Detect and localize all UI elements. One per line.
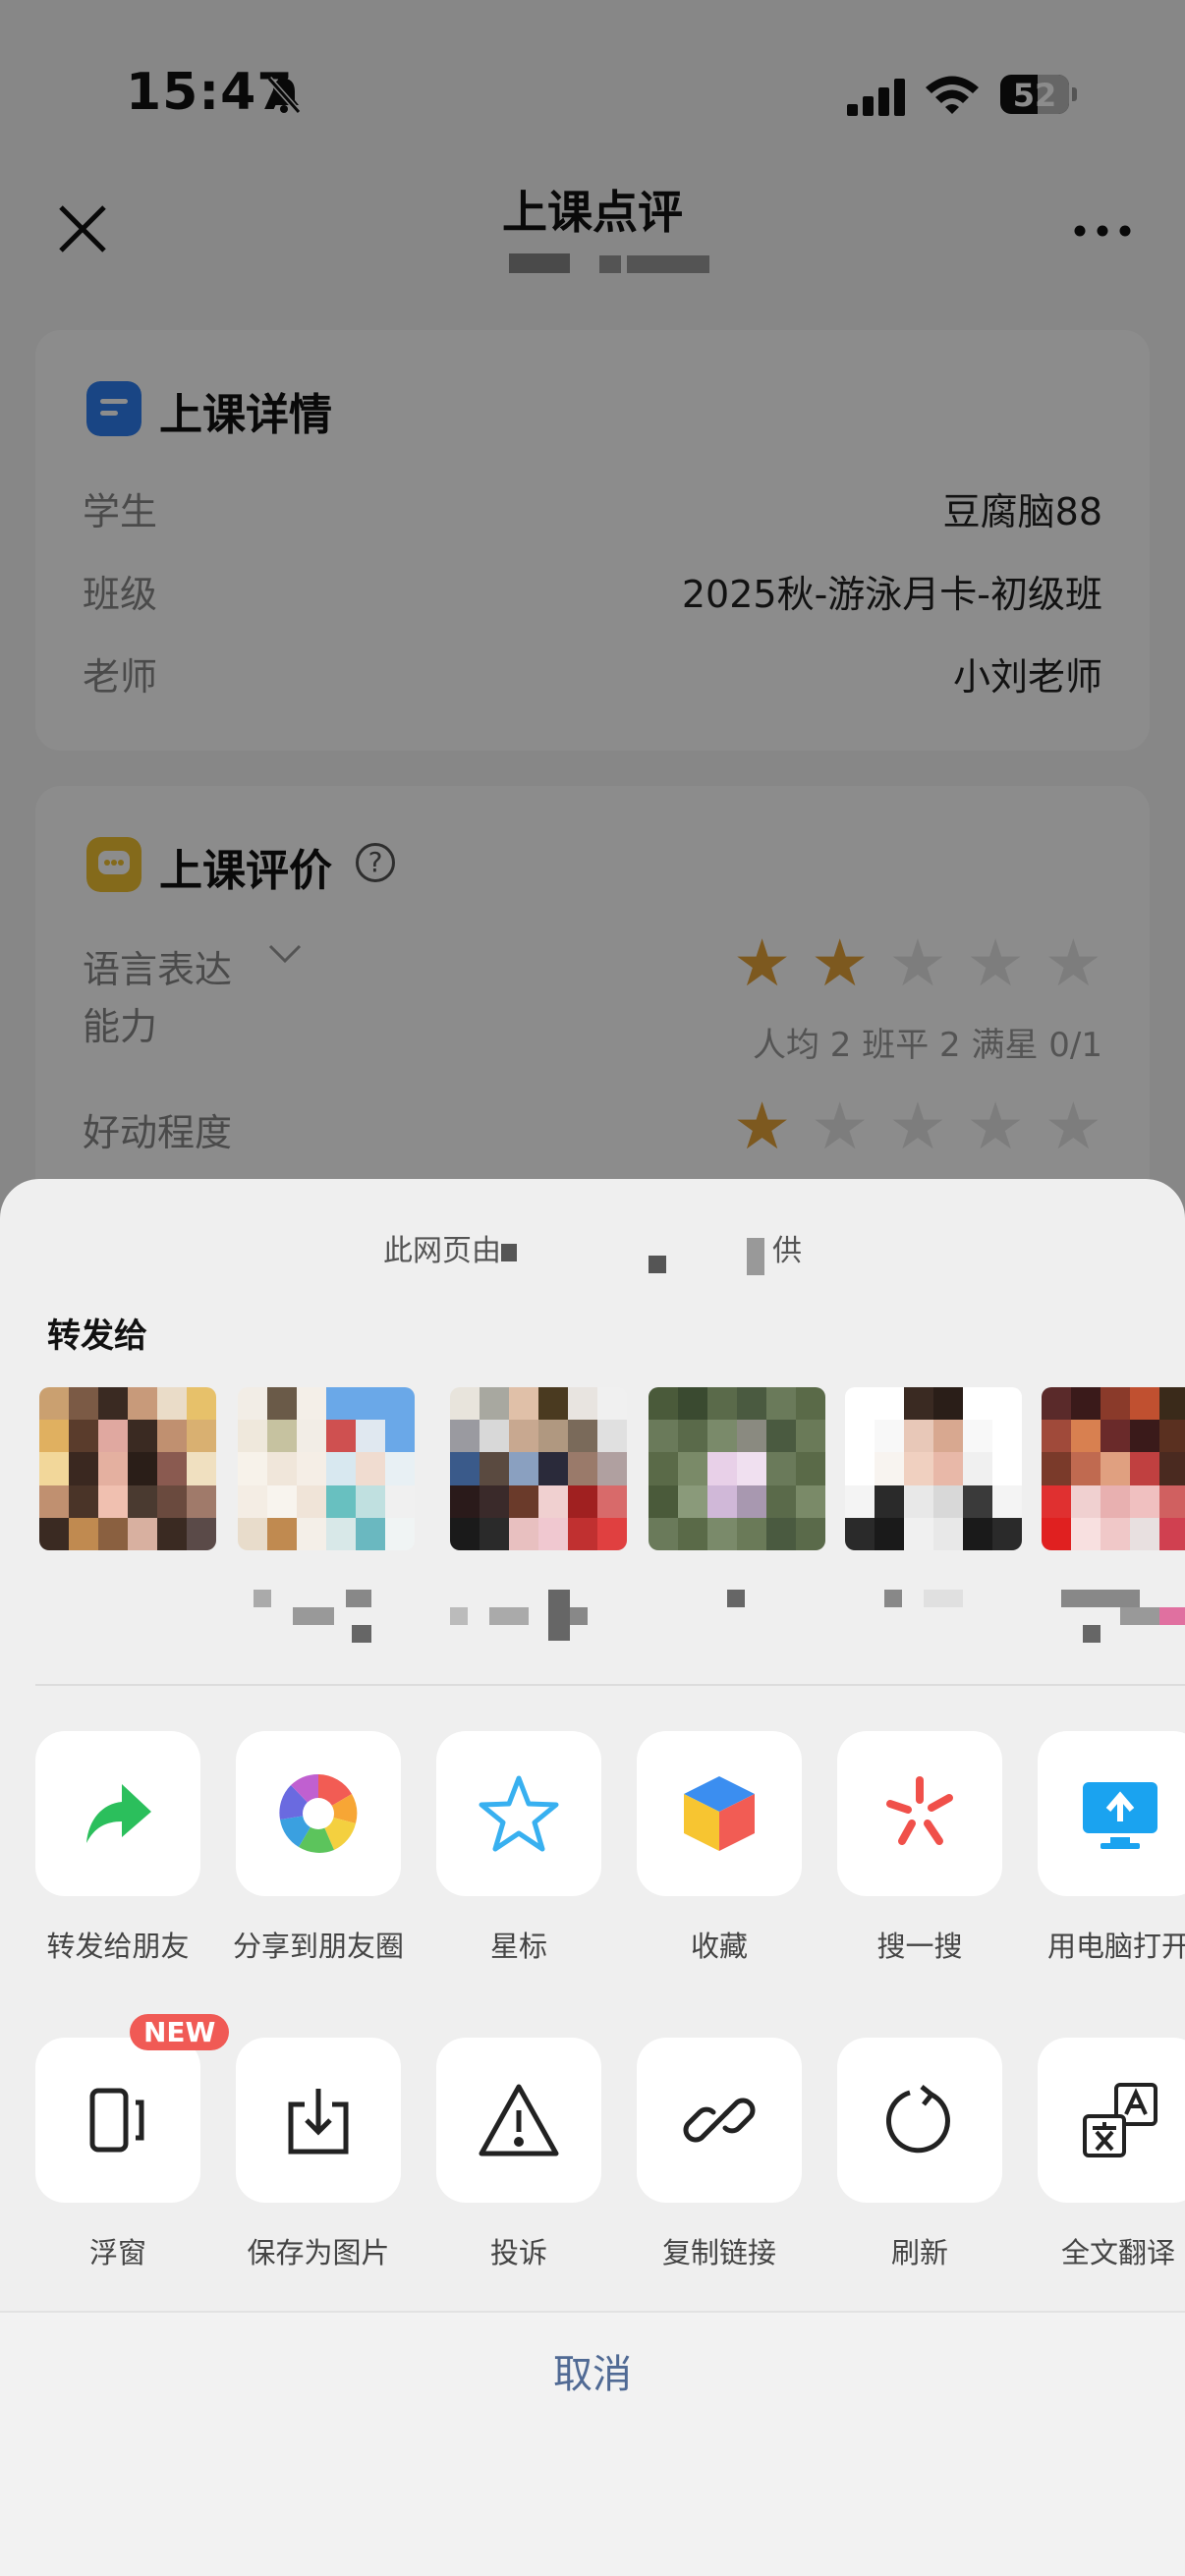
save-as-image-label: 保存为图片 [247, 2236, 390, 2269]
provider-suffix: 供 [772, 1234, 802, 1268]
contact-avatar [450, 1387, 627, 1550]
contact-name-redacted [727, 1590, 745, 1607]
recent-contacts [0, 1387, 1185, 1594]
contact-name-redacted [450, 1590, 588, 1641]
favorite-label: 收藏 [690, 1930, 748, 1963]
forward-arrow-icon [35, 1731, 200, 1896]
provider-text: 此网页由 [383, 1234, 501, 1268]
new-badge: NEW [130, 2014, 230, 2050]
contact-name-redacted [254, 1590, 371, 1643]
star-icon [436, 1731, 601, 1896]
contact-avatar [1042, 1387, 1185, 1550]
contact-item[interactable] [649, 1387, 825, 1594]
contact-name-redacted [1061, 1590, 1185, 1643]
report-label: 投诉 [489, 2236, 547, 2269]
open-on-pc-label: 用电脑打开 [1047, 1930, 1185, 1963]
share-to-moments-label: 分享到朋友圈 [232, 1930, 404, 1963]
contact-item[interactable] [1042, 1387, 1185, 1594]
contact-avatar [845, 1387, 1022, 1550]
refresh-icon [837, 2038, 1002, 2203]
contact-avatar [238, 1387, 415, 1550]
favorite-cube-icon [637, 1731, 802, 1896]
refresh-label: 刷新 [890, 2236, 948, 2269]
forward-to-label: 转发给 [47, 1316, 147, 1356]
sheet-divider [35, 1684, 1185, 1686]
translate-label: 全文翻译 [1061, 2236, 1176, 2269]
provider-name-redacted [649, 1256, 666, 1273]
save-image-icon [236, 2038, 401, 2203]
contact-name-redacted [884, 1590, 963, 1607]
translate-icon [1038, 2038, 1185, 2203]
forward-to-friend-label: 转发给朋友 [46, 1930, 190, 1963]
provider-name-redacted-2 [747, 1238, 764, 1275]
contact-item[interactable] [450, 1387, 627, 1594]
link-icon [637, 2038, 802, 2203]
search-label: 搜一搜 [876, 1930, 963, 1963]
share-action-sheet: 此网页由 供 转发给 转发给朋友 分享到朋友圈 星标 收藏 搜一搜 用电脑打开 N… [0, 1179, 1185, 2576]
contact-avatar [649, 1387, 825, 1550]
contact-item[interactable] [238, 1387, 415, 1594]
copy-link-label: 复制链接 [661, 2236, 776, 2269]
cancel-button[interactable]: 取消 [0, 2342, 1185, 2399]
star-label: 星标 [489, 1930, 547, 1963]
contact-avatar [39, 1387, 216, 1550]
float-window-icon [35, 2038, 200, 2203]
open-on-pc-icon [1038, 1731, 1185, 1896]
moments-icon [236, 1731, 401, 1896]
float-window-label: 浮窗 [88, 2236, 146, 2269]
warning-icon [436, 2038, 601, 2203]
cancel-bar: 取消 [0, 2311, 1185, 2576]
page-provider-notice: 此网页由 供 [0, 1226, 1185, 1269]
search-sparkle-icon [837, 1731, 1002, 1896]
contact-item[interactable] [39, 1387, 216, 1594]
contact-item[interactable] [845, 1387, 1022, 1594]
